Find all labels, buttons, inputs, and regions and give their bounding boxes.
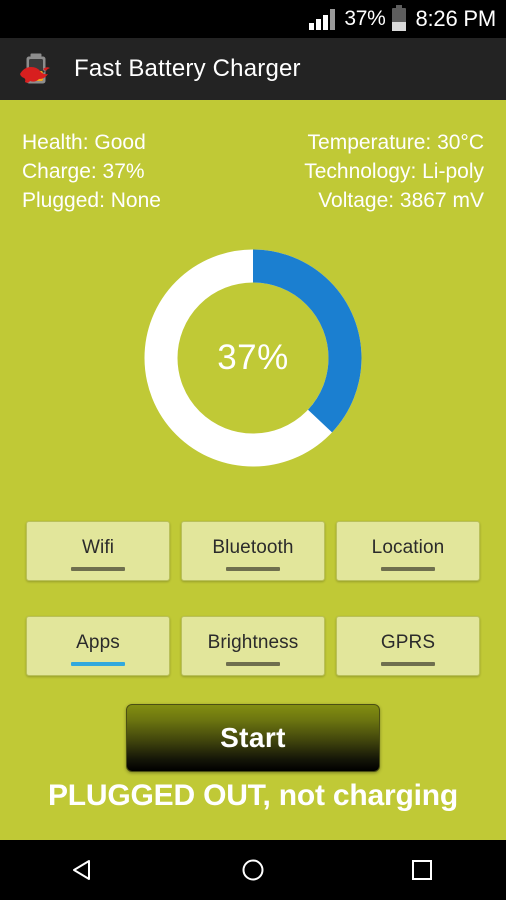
toggle-label-apps: Apps: [76, 632, 120, 653]
battery-icon: [392, 4, 407, 31]
toggle-row-1: Wifi Bluetooth Location: [0, 521, 506, 581]
recents-square-icon: [411, 860, 432, 880]
info-temperature: Temperature: 30°C: [307, 131, 484, 154]
charge-percent-label: 37%: [217, 338, 289, 377]
action-bar: Fast Battery Charger: [0, 38, 506, 100]
toggle-button-location[interactable]: Location: [336, 521, 480, 581]
toggle-label-location: Location: [371, 537, 445, 558]
info-charge: Charge: 37%: [22, 160, 145, 183]
toggle-indicator-location: [381, 567, 435, 571]
toggle-label-brightness: Brightness: [207, 632, 299, 653]
android-navigation-bar: [0, 840, 506, 900]
toggle-label-gprs: GPRS: [380, 632, 436, 653]
toggle-indicator-wifi: [71, 567, 125, 571]
toggle-indicator-brightness: [226, 662, 280, 666]
battery-info-block: Health: Good Charge: 37% Plugged: None T…: [0, 128, 506, 215]
info-health: Health: Good: [22, 131, 146, 154]
nav-recents-button[interactable]: [377, 840, 467, 900]
charge-donut: 37%: [144, 249, 362, 467]
toggle-row-2: Apps Brightness GPRS: [0, 616, 506, 676]
charge-gauge: 37%: [0, 248, 506, 468]
signal-bars-icon: [309, 8, 337, 30]
toggle-button-brightness[interactable]: Brightness: [181, 616, 325, 676]
status-battery-percent: 37%: [344, 7, 386, 30]
app-logo-battery-bull-icon: [16, 49, 56, 89]
toggle-label-bluetooth: Bluetooth: [212, 537, 294, 558]
start-button-label: Start: [220, 722, 286, 753]
toggle-label-wifi: Wifi: [81, 537, 115, 558]
charging-status-message: PLUGGED OUT, not charging: [47, 779, 458, 812]
battery-info-left-column: Health: Good Charge: 37% Plugged: None: [22, 128, 304, 215]
info-technology: Technology: Li-poly: [304, 160, 484, 183]
start-button[interactable]: Start: [126, 704, 380, 772]
status-bar: 37% 8:26 PM: [0, 0, 506, 38]
nav-home-button[interactable]: [208, 840, 298, 900]
phone-screen: 37% 8:26 PM Fast Battery Charger Health:…: [0, 0, 506, 900]
toggle-button-apps[interactable]: Apps: [26, 616, 170, 676]
toggle-indicator-apps: [71, 662, 125, 666]
toggle-button-wifi[interactable]: Wifi: [26, 521, 170, 581]
home-circle-icon: [242, 859, 264, 881]
app-title: Fast Battery Charger: [74, 55, 301, 82]
toggle-indicator-gprs: [381, 662, 435, 666]
status-clock: 8:26 PM: [415, 6, 496, 31]
toggle-indicator-bluetooth: [226, 567, 280, 571]
toggle-button-bluetooth[interactable]: Bluetooth: [181, 521, 325, 581]
info-plugged: Plugged: None: [22, 189, 161, 212]
info-voltage: Voltage: 3867 mV: [318, 189, 484, 212]
back-triangle-icon: [73, 860, 91, 880]
toggle-button-gprs[interactable]: GPRS: [336, 616, 480, 676]
battery-info-right-column: Temperature: 30°C Technology: Li-poly Vo…: [304, 128, 484, 215]
nav-back-button[interactable]: [39, 840, 129, 900]
